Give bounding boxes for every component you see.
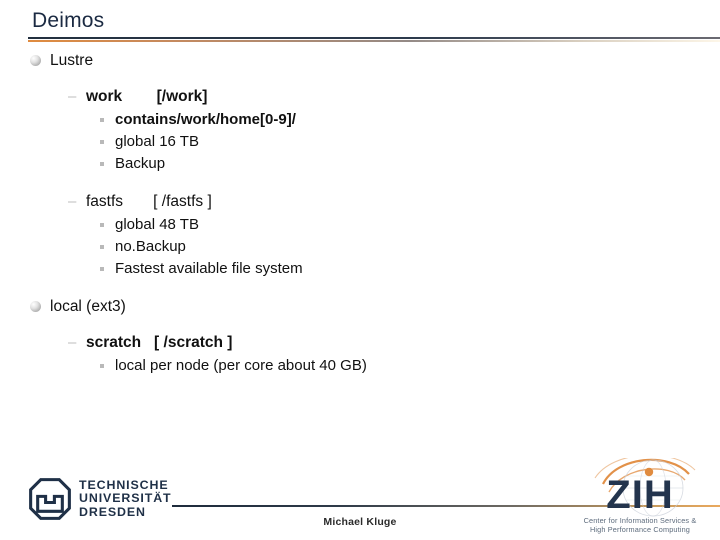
tu-dresden-mark-icon xyxy=(29,478,71,520)
bullet-level2-label: scratch [ /scratch ] xyxy=(86,334,233,351)
bullet-level2-label: fastfs [ /fastfs ] xyxy=(86,193,212,210)
square-bullet-icon xyxy=(100,355,115,368)
ball-bullet-icon xyxy=(30,296,50,312)
bullet-level2-label: work [/work] xyxy=(86,88,208,105)
tud-line-2: UNIVERSITÄT xyxy=(79,491,172,506)
bullet-level3-global48tb: global 48 TB xyxy=(100,214,700,236)
bullet-level2-fastfs: – fastfs [ /fastfs ] xyxy=(68,191,700,213)
bullet-level3-label: Backup xyxy=(115,155,166,172)
dash-bullet-icon: – xyxy=(68,88,77,105)
bullet-level3-backup: Backup xyxy=(100,153,700,175)
slide-canvas: Deimos Lustre – work [/work] contains/wo… xyxy=(0,0,720,540)
slide-content: Lustre – work [/work] contains/work/home… xyxy=(30,50,700,377)
bullet-level3-label: no.Backup xyxy=(115,238,186,255)
square-bullet-icon xyxy=(100,258,115,271)
ball-bullet-icon xyxy=(30,50,50,66)
bullet-level3-label: Fastest available file system xyxy=(115,260,303,277)
bullet-level3-contains: contains/work/home[0-9]/ xyxy=(100,109,700,131)
zih-tagline-line-1: Center for Information Services & xyxy=(583,516,697,525)
bullet-level3-global16tb: global 16 TB xyxy=(100,131,700,153)
bullet-level3-label: global 48 TB xyxy=(115,216,199,233)
bullet-level1-label: local (ext3) xyxy=(50,298,126,315)
bullet-level3-label: contains/work/home[0-9]/ xyxy=(115,111,296,128)
bullet-level3-nobackup: no.Backup xyxy=(100,236,700,258)
square-bullet-icon xyxy=(100,131,115,144)
square-bullet-icon xyxy=(100,214,115,227)
title-rule-dark xyxy=(28,37,720,39)
tud-line-3: DRESDEN xyxy=(79,504,146,519)
page-title: Deimos xyxy=(32,9,105,32)
bullet-level1-local-ext3: local (ext3) xyxy=(30,296,700,318)
bullet-level3-label: global 16 TB xyxy=(115,133,199,150)
bullet-level3-fastest: Fastest available file system xyxy=(100,258,700,280)
dash-bullet-icon: – xyxy=(68,334,77,351)
zih-logo: ZIH Center for Information Services & Hi… xyxy=(565,458,715,536)
zih-tagline-line-2: High Performance Computing xyxy=(589,525,691,535)
title-block: Deimos xyxy=(32,8,692,34)
svg-text:ZIH: ZIH xyxy=(606,473,673,517)
dash-bullet-icon: – xyxy=(68,193,77,210)
tu-dresden-wordmark: TECHNISCHE UNIVERSITÄT DRESDEN xyxy=(79,478,172,520)
bullet-level1-lustre: Lustre xyxy=(30,50,700,72)
square-bullet-icon xyxy=(100,236,115,249)
zih-tagline: Center for Information Services & High P… xyxy=(565,516,715,535)
bullet-level2-work: – work [/work] xyxy=(68,86,700,108)
bullet-level3-local-per-node: local per node (per core about 40 GB) xyxy=(100,355,700,377)
title-rule-accent xyxy=(28,39,720,42)
square-bullet-icon xyxy=(100,153,115,166)
bullet-level2-scratch: – scratch [ /scratch ] xyxy=(68,332,700,354)
tu-dresden-logo: TECHNISCHE UNIVERSITÄT DRESDEN xyxy=(28,477,172,521)
bullet-level1-label: Lustre xyxy=(50,52,94,69)
bullet-level3-label: local per node (per core about 40 GB) xyxy=(115,357,367,374)
square-bullet-icon xyxy=(100,109,115,122)
